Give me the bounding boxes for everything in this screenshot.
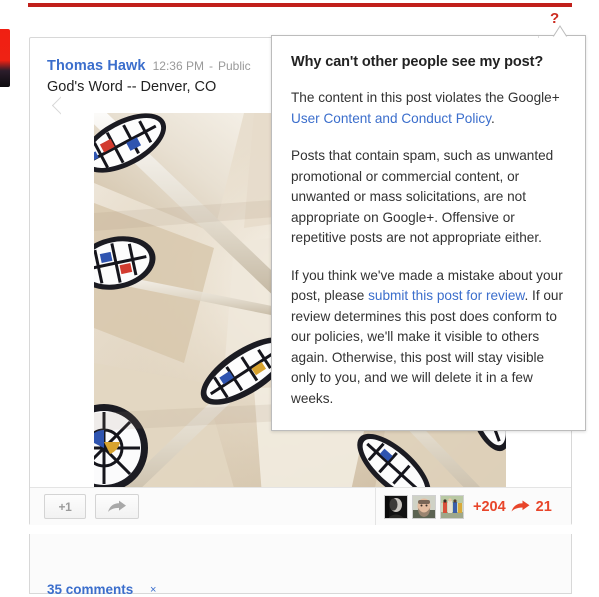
tooltip-arrow	[270, 24, 314, 36]
user-content-policy-link[interactable]: User Content and Conduct Policy	[291, 111, 491, 126]
tooltip-p1-text-b: .	[490, 110, 495, 126]
comments-count-link[interactable]: 35 comments	[47, 582, 133, 597]
post-counts: +204 21	[473, 488, 552, 525]
comments-expand-icon[interactable]: ×	[150, 584, 156, 596]
resharer-avatar-list	[375, 488, 469, 525]
plus-one-count[interactable]: +204	[473, 499, 506, 515]
tooltip-title: Why can't other people see my post?	[291, 54, 544, 70]
post-timestamp: 12:36 PM	[152, 59, 204, 73]
resharer-avatar-2[interactable]	[412, 494, 436, 519]
share-button[interactable]	[95, 494, 139, 519]
author-avatar[interactable]	[0, 29, 10, 87]
post-meta-separator: -	[208, 59, 213, 73]
tooltip-paragraph-3: If you think we've made a mistake about …	[291, 266, 563, 410]
top-red-divider	[28, 3, 572, 7]
tooltip-paragraph-2: Posts that contain spam, such as unwante…	[291, 148, 554, 245]
post-header: Thomas Hawk 12:36 PM - Public	[47, 58, 251, 74]
post-author-name[interactable]: Thomas Hawk	[47, 58, 146, 74]
submit-for-review-link[interactable]: submit this post for review	[368, 288, 524, 303]
tooltip-p1-text-a: The content in this post violates the Go…	[291, 90, 560, 105]
post-body-text: God's Word -- Denver, CO	[47, 79, 217, 95]
card-left-notch	[51, 93, 61, 123]
post-visibility[interactable]: Public	[218, 59, 251, 73]
resharer-avatar-1[interactable]	[384, 494, 408, 519]
help-tooltip-popup: Why can't other people see my post? The …	[271, 35, 586, 431]
reshare-count[interactable]: 21	[536, 499, 552, 515]
resharer-avatar-3[interactable]	[440, 494, 464, 519]
plus-one-button[interactable]: +1	[44, 494, 86, 519]
tooltip-p3-text-b: . If our review determines this post doe…	[291, 288, 564, 406]
share-arrow-icon	[107, 500, 127, 514]
tooltip-paragraph-1: The content in this post violates the Go…	[291, 88, 563, 129]
reshare-arrow-icon	[511, 500, 530, 513]
tooltip-pointer-triangle	[538, 25, 586, 38]
comments-section: 35 comments ×	[29, 534, 572, 597]
post-action-bar: +1 +204 21	[30, 487, 571, 525]
